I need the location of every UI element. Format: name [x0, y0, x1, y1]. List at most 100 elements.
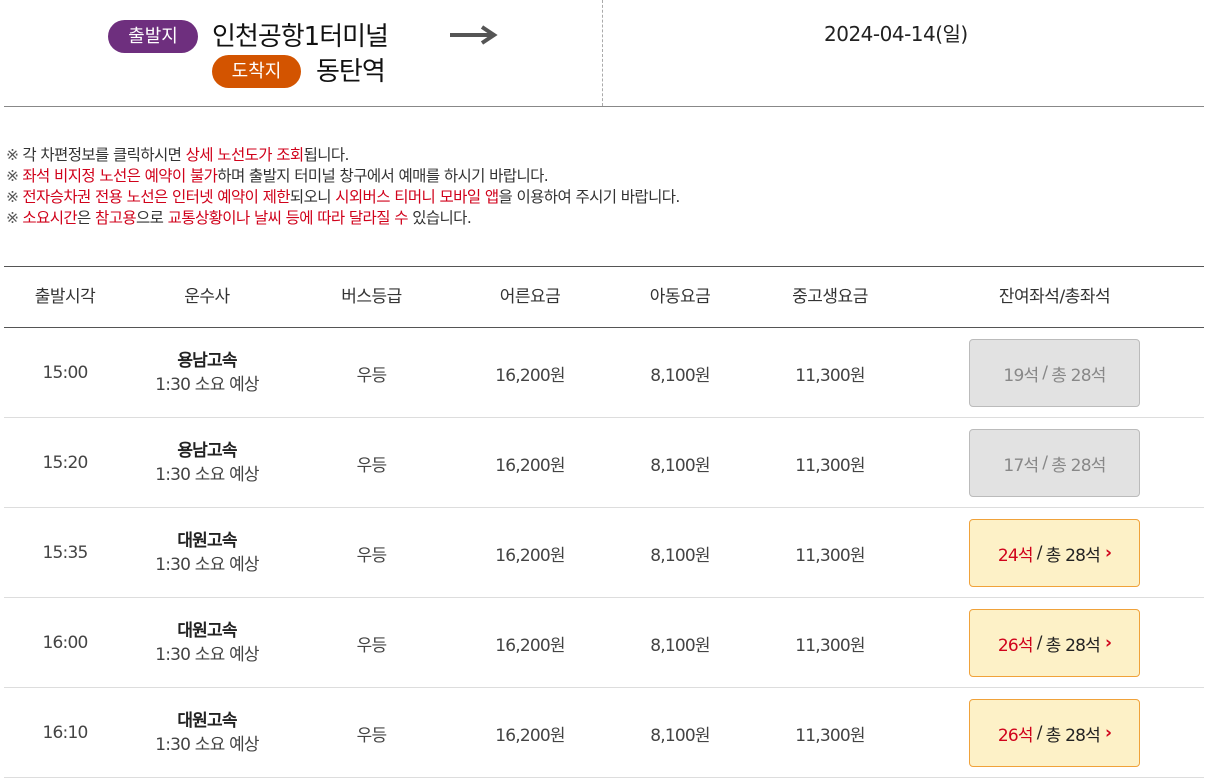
remaining-seats: 26석 — [997, 635, 1034, 656]
total-seats: 총 28석 — [1051, 455, 1106, 476]
travel-duration: 1:30 소요 예상 — [155, 735, 259, 755]
notice-item: ※ 좌석 비지정 노선은 예약이 불가하며 출발지 터미널 창구에서 예매를 하시… — [6, 166, 1201, 187]
seat-button: 17석 / 총 28석 — [969, 429, 1140, 497]
notice-highlight: 좌석 비지정 노선은 예약이 불가 — [22, 167, 218, 185]
operator-cell: 대원고속 1:30 소요 예상 — [126, 598, 288, 688]
adult-fare: 16,200원 — [495, 455, 565, 476]
operator-cell: 용남고속 1:30 소요 예상 — [126, 418, 288, 508]
arrival-badge: 도착지 — [212, 55, 301, 88]
notice-text: 되오니 — [289, 188, 336, 206]
adult-fare: 16,200원 — [495, 725, 565, 746]
seat-separator: / — [1042, 363, 1048, 383]
bus-grade: 우등 — [356, 365, 387, 386]
notice-mark: ※ — [6, 188, 19, 206]
table-header: 출발시각 운수사 버스등급 어른요금 아동요금 중고생요금 잔여좌석/총좌석 — [4, 267, 1204, 328]
route-header: 출발지 인천공항1터미널 도착지 동탄역 2024-04-14(일) — [4, 0, 1204, 107]
departure-time: 15:35 — [42, 543, 89, 563]
table-row[interactable]: 15:20 용남고속 1:30 소요 예상 우등 16,200원 8,100원 … — [4, 418, 1204, 508]
travel-duration: 1:30 소요 예상 — [155, 465, 259, 485]
notice-item: ※ 각 차편정보를 클릭하시면 상세 노선도가 조회됩니다. — [6, 145, 1201, 166]
remaining-seats: 24석 — [997, 545, 1034, 566]
select-seat-button[interactable]: 26석 / 총 28석 › — [969, 609, 1140, 677]
total-seats: 총 28석 — [1051, 365, 1106, 386]
operator-name: 용남고속 — [177, 441, 237, 461]
departure-time: 16:00 — [42, 633, 89, 653]
select-seat-button[interactable]: 26석 / 총 28석 › — [969, 699, 1140, 767]
seat-button: 19석 / 총 28석 — [969, 339, 1140, 407]
seats-cell: 17석 / 총 28석 — [905, 418, 1204, 508]
child-fare: 8,100원 — [650, 635, 710, 656]
seat-separator: / — [1042, 453, 1048, 473]
route-summary: 출발지 인천공항1터미널 도착지 동탄역 — [4, 0, 603, 106]
travel-duration: 1:30 소요 예상 — [155, 375, 259, 395]
notice-list: ※ 각 차편정보를 클릭하시면 상세 노선도가 조회됩니다. ※ 좌석 비지정 노선… — [6, 145, 1201, 229]
departure-time: 16:10 — [42, 723, 89, 743]
remaining-seats: 26석 — [997, 725, 1034, 746]
seat-separator: / — [1036, 723, 1043, 743]
table-row[interactable]: 15:35 대원고속 1:30 소요 예상 우등 16,200원 8,100원 … — [4, 508, 1204, 598]
departure-time: 15:00 — [42, 363, 89, 383]
header-student-fare: 중고생요금 — [792, 287, 868, 307]
operator-name: 대원고속 — [177, 531, 237, 551]
bus-grade: 우등 — [356, 545, 387, 566]
child-fare: 8,100원 — [650, 725, 710, 746]
operator-name: 대원고속 — [177, 621, 237, 641]
notice-text: 은 — [77, 209, 96, 227]
header-child-fare: 아동요금 — [649, 287, 711, 307]
adult-fare: 16,200원 — [495, 635, 565, 656]
travel-duration: 1:30 소요 예상 — [155, 555, 259, 575]
departure-terminal: 인천공항1터미널 — [212, 22, 389, 52]
notice-highlight: 시외버스 티머니 모바일 앱 — [335, 188, 499, 206]
seats-cell: 19석 / 총 28석 — [905, 328, 1204, 418]
notice-highlight: 전자승차권 전용 노선은 인터넷 예약이 제한 — [22, 188, 290, 206]
departure-date: 2024-04-14(일) — [824, 22, 968, 46]
operator-name: 용남고속 — [177, 351, 237, 371]
arrival-terminal: 동탄역 — [316, 57, 386, 87]
seat-separator: / — [1036, 633, 1043, 653]
notice-text: 을 이용하여 주시기 바랍니다. — [498, 188, 680, 206]
total-seats: 총 28석 — [1045, 545, 1101, 566]
notice-item: ※ 전자승차권 전용 노선은 인터넷 예약이 제한되오니 시외버스 티머니 모바일… — [6, 187, 1201, 208]
notice-text: 됩니다. — [303, 146, 350, 164]
header-departure-time: 출발시각 — [34, 287, 96, 307]
notice-highlight: 소요시간 — [22, 209, 78, 227]
notice-highlight: 참고용 — [95, 209, 137, 227]
arrow-right-icon — [450, 25, 498, 45]
student-fare: 11,300원 — [795, 635, 865, 656]
seats-cell: 24석 / 총 28석 › — [905, 508, 1204, 598]
table-row[interactable]: 15:00 용남고속 1:30 소요 예상 우등 16,200원 8,100원 … — [4, 328, 1204, 418]
student-fare: 11,300원 — [795, 545, 865, 566]
adult-fare: 16,200원 — [495, 365, 565, 386]
operator-cell: 대원고속 1:30 소요 예상 — [126, 508, 288, 598]
student-fare: 11,300원 — [795, 365, 865, 386]
operator-cell: 용남고속 1:30 소요 예상 — [126, 328, 288, 418]
header-operator: 운수사 — [184, 287, 230, 307]
departure-badge: 출발지 — [108, 20, 198, 53]
bus-grade: 우등 — [356, 455, 387, 476]
notice-highlight: 교통상황이나 날씨 등에 따라 달라질 수 — [167, 209, 409, 227]
notice-text: 하며 출발지 터미널 창구에서 예매를 하시기 바랍니다. — [217, 167, 549, 185]
notice-mark: ※ — [6, 209, 19, 227]
notice-text: 각 차편정보를 클릭하시면 — [22, 146, 186, 164]
child-fare: 8,100원 — [650, 365, 710, 386]
remaining-seats: 17석 — [1003, 455, 1039, 476]
child-fare: 8,100원 — [650, 545, 710, 566]
notice-mark: ※ — [6, 167, 19, 185]
select-seat-button[interactable]: 24석 / 총 28석 › — [969, 519, 1140, 587]
table-row[interactable]: 16:10 대원고속 1:30 소요 예상 우등 16,200원 8,100원 … — [4, 688, 1204, 778]
seat-separator: / — [1036, 543, 1043, 563]
header-seats: 잔여좌석/총좌석 — [998, 287, 1111, 307]
header-adult-fare: 어른요금 — [499, 287, 561, 307]
student-fare: 11,300원 — [795, 725, 865, 746]
notice-item: ※ 소요시간은 참고용으로 교통상황이나 날씨 등에 따라 달라질 수 있습니다. — [6, 208, 1201, 229]
header-bus-grade: 버스등급 — [341, 287, 402, 307]
student-fare: 11,300원 — [795, 455, 865, 476]
notice-highlight: 상세 노선도가 조회 — [185, 146, 305, 164]
seats-cell: 26석 / 총 28석 › — [905, 688, 1204, 778]
notice-text: 으로 — [136, 209, 168, 227]
total-seats: 총 28석 — [1045, 725, 1101, 746]
child-fare: 8,100원 — [650, 455, 710, 476]
travel-duration: 1:30 소요 예상 — [155, 645, 259, 665]
schedule-table: 출발시각 운수사 버스등급 어른요금 아동요금 중고생요금 잔여좌석/총좌석 1… — [4, 266, 1204, 778]
table-row[interactable]: 16:00 대원고속 1:30 소요 예상 우등 16,200원 8,100원 … — [4, 598, 1204, 688]
